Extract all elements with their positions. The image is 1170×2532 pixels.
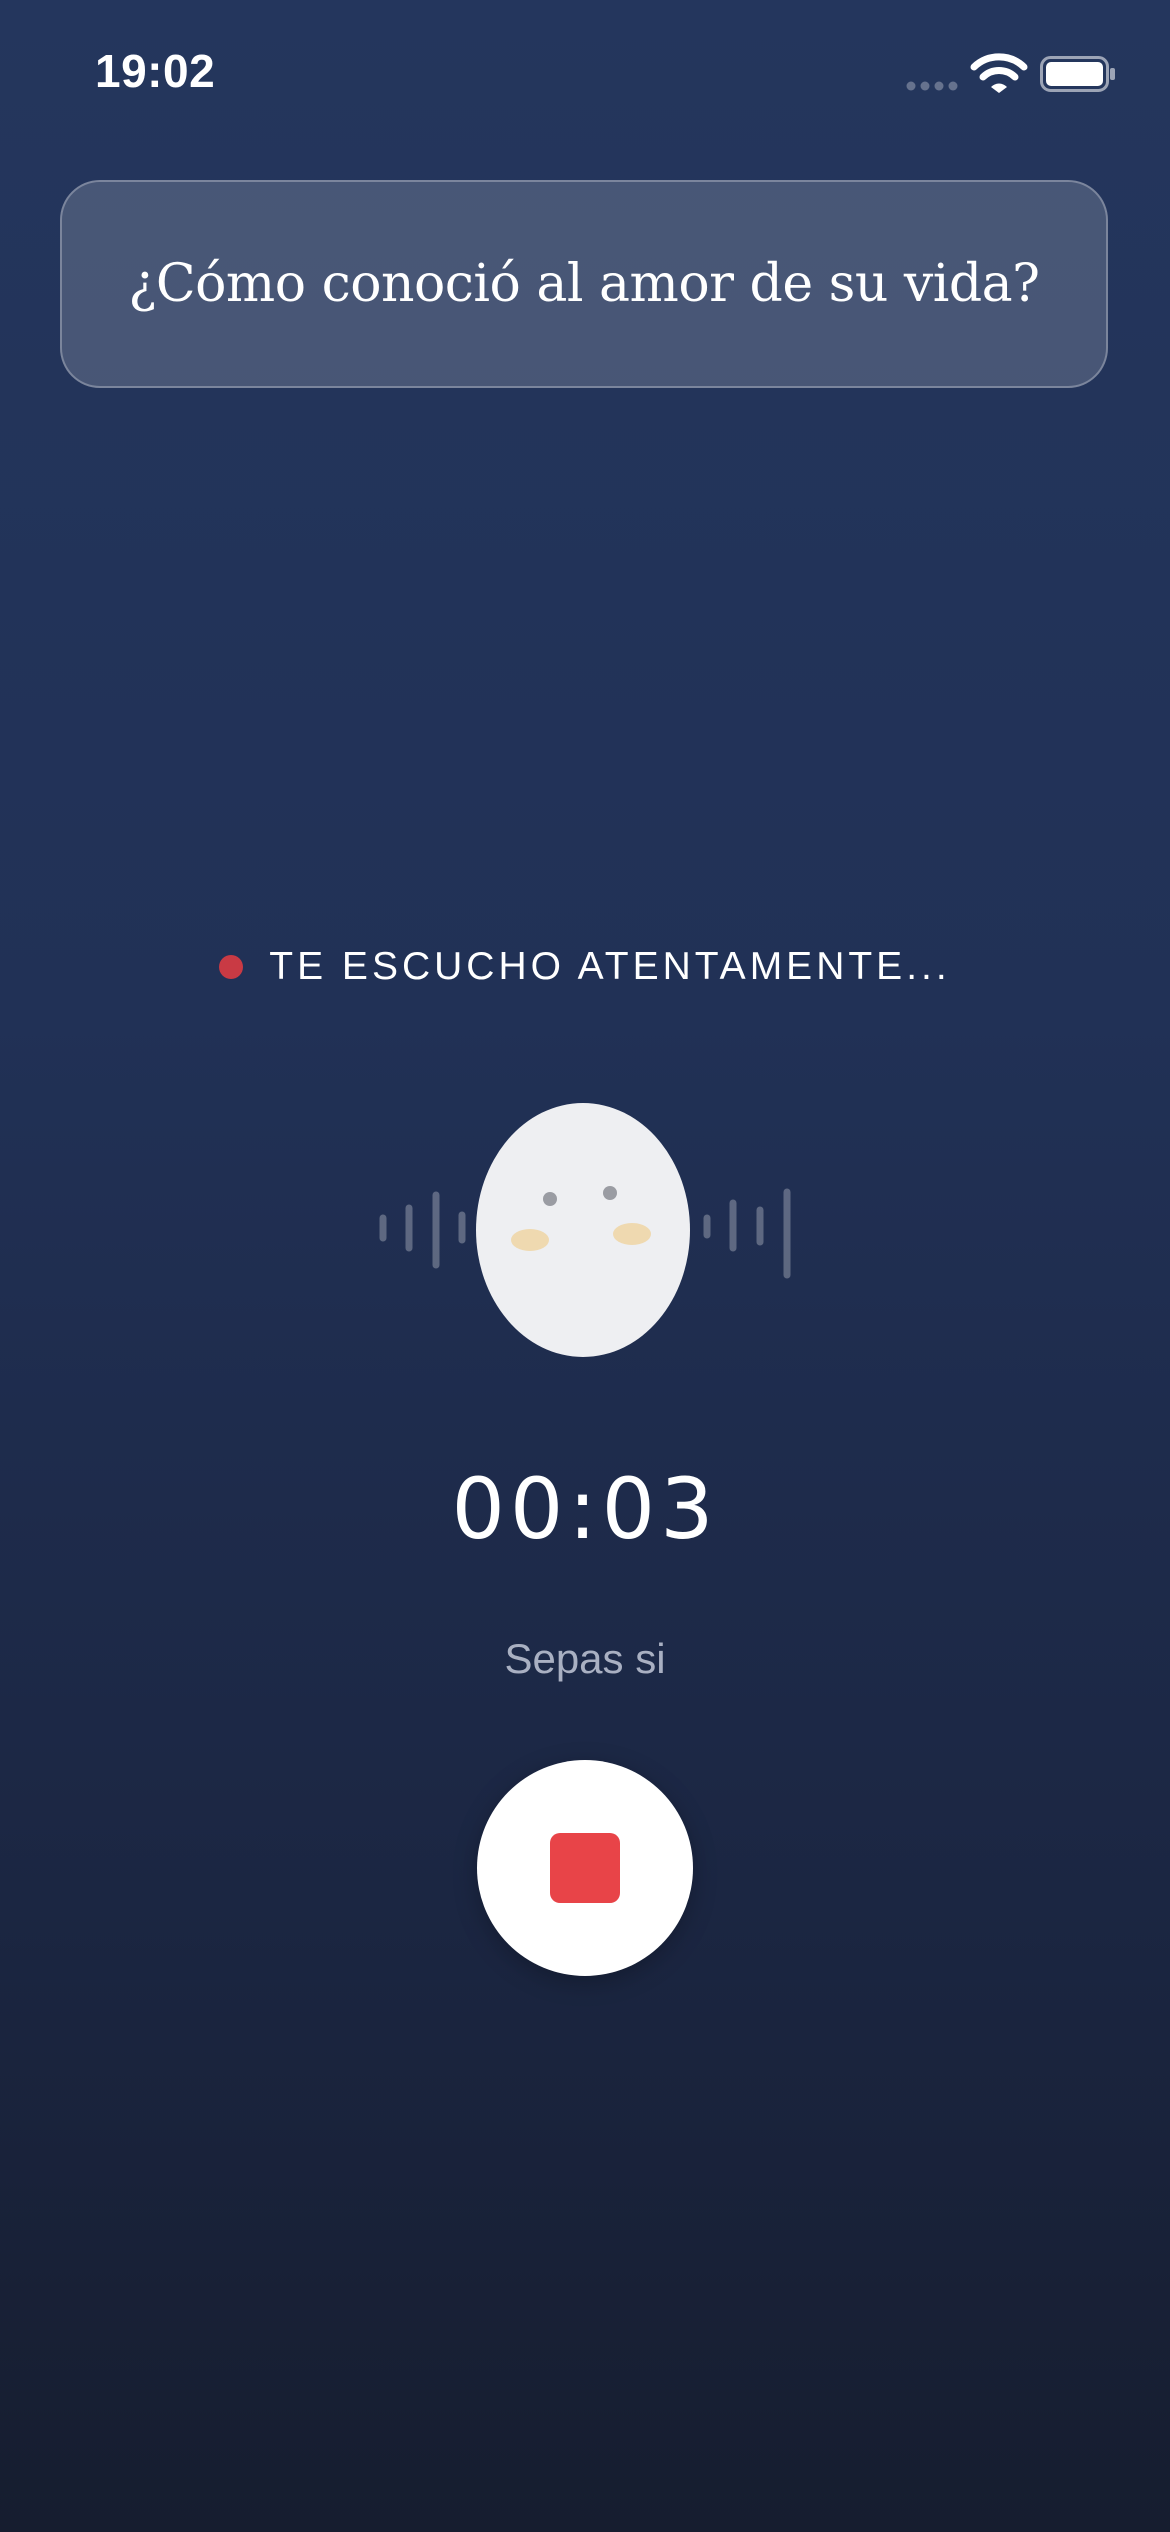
status-bar: 19:02 — [0, 0, 1170, 150]
mascot-area — [379, 1103, 791, 1357]
stop-recording-button[interactable] — [477, 1760, 693, 1976]
wifi-icon — [970, 53, 1028, 93]
question-card: ¿Cómo conoció al amor de su vida? — [60, 180, 1108, 388]
sound-wave-left-icon — [379, 1191, 466, 1269]
egg-mascot-icon — [476, 1103, 690, 1357]
recording-status: TE ESCUCHO ATENTAMENTE... — [0, 945, 1170, 989]
recording-timer: 00:03 — [451, 1460, 719, 1558]
question-text: ¿Cómo conoció al amor de su vida? — [128, 254, 1040, 314]
cellular-signal-icon — [906, 81, 958, 91]
live-transcript: Sepas si — [504, 1635, 666, 1682]
sound-wave-right-icon — [703, 1188, 791, 1279]
stop-icon — [550, 1833, 620, 1903]
recording-status-label: TE ESCUCHO ATENTAMENTE... — [269, 945, 951, 988]
battery-icon — [1040, 56, 1115, 92]
recording-indicator-icon — [219, 955, 244, 979]
status-time: 19:02 — [95, 45, 216, 97]
